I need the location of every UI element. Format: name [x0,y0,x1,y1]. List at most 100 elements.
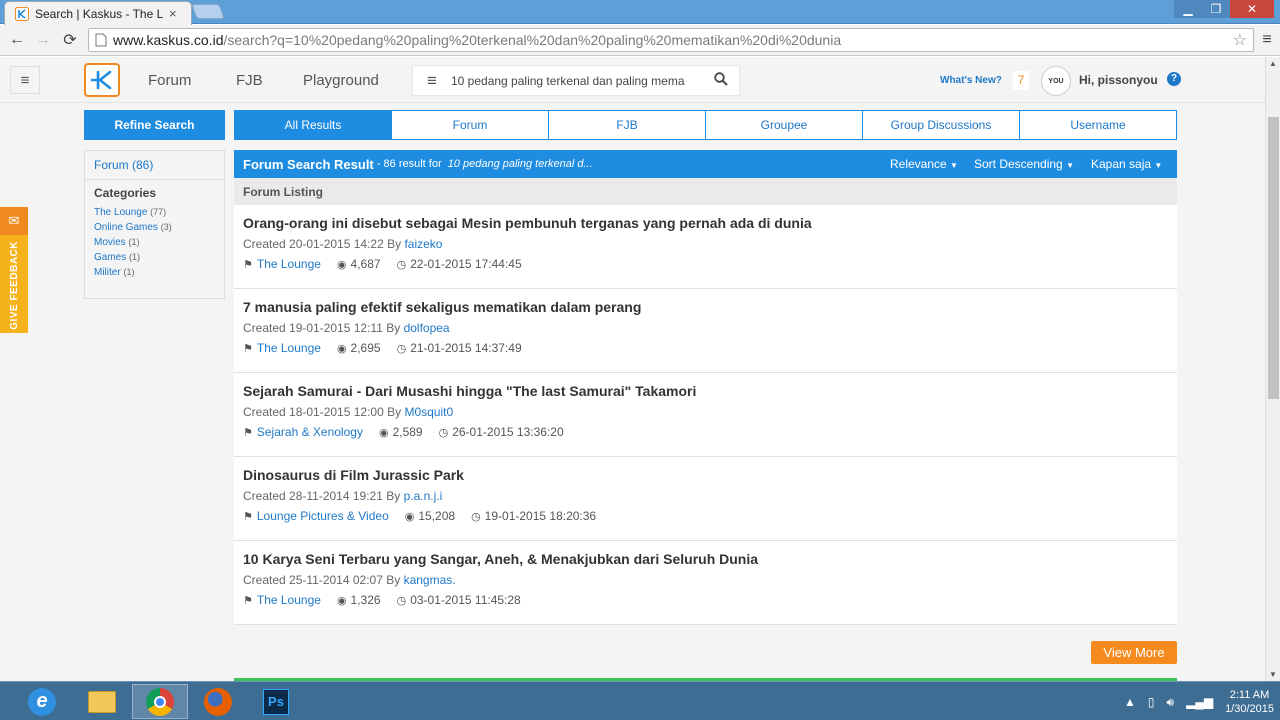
minimize-icon[interactable]: ▁ [1174,0,1202,18]
window-controls: ▁ ❐ ✕ [1174,0,1274,18]
author-link[interactable]: p.a.n.j.i [404,489,443,503]
user-greeting[interactable]: Hi, pissonyou [1079,73,1158,87]
category-link[interactable]: Movies [94,237,126,248]
ie-icon[interactable]: e [14,684,70,719]
category-link[interactable]: The Lounge [94,207,147,218]
thread-title[interactable]: Dinosaurus di Film Jurassic Park [243,467,1168,483]
category-link[interactable]: The Lounge [257,257,321,271]
volume-icon[interactable]: 🔊︎ [1167,695,1175,710]
list-item[interactable]: Militer (1) [85,265,224,280]
nav-playground[interactable]: Playground [303,72,379,89]
page-scrollbar[interactable]: ▲ ▼ [1265,57,1280,681]
eye-icon: ◉ [336,594,347,607]
last-activity: 22-01-2015 17:44:45 [410,257,522,271]
tab-group-discussions[interactable]: Group Discussions [863,111,1020,139]
author-link[interactable]: M0squit0 [404,405,453,419]
address-bar[interactable]: www.kaskus.co.id/search?q=10%20pedang%20… [88,28,1254,52]
tray-expand-icon[interactable]: ▲ [1124,695,1136,709]
search-scope-menu-icon[interactable]: ≡ [413,71,451,91]
view-more-button[interactable]: View More [1091,641,1177,664]
new-tab-button[interactable] [191,4,225,19]
thread-created: Created 19-01-2015 12:11 By dolfopea [243,321,1168,335]
photoshop-icon[interactable]: Ps [248,684,304,719]
thread-stats: ⚑ Sejarah & Xenology ◉ 2,589 ◷ 26-01-2015 13:… [243,425,1168,439]
back-arrow-icon[interactable]: ← [6,29,28,51]
search-icon[interactable] [703,71,739,90]
tab-groupee[interactable]: Groupee [706,111,863,139]
category-link[interactable]: Sejarah & Xenology [257,425,363,439]
tab-fjb[interactable]: FJB [549,111,706,139]
clock[interactable]: 2:11 AM 1/30/2015 [1225,688,1274,716]
network-icon[interactable]: ▂▄▆ [1186,695,1213,709]
category-link[interactable]: Lounge Pictures & Video [257,509,389,523]
thread-title[interactable]: 7 manusia paling efektif sekaligus memat… [243,299,1168,315]
search-input[interactable]: 10 pedang paling terkenal dan paling mem… [451,74,703,88]
tag-icon: ⚑ [243,426,253,439]
reload-icon[interactable]: ⟳ [59,29,81,51]
author-link[interactable]: faizeko [404,237,442,251]
clock-icon: ◷ [438,426,449,439]
list-item[interactable]: Online Games (3) [85,220,224,235]
scroll-up-icon[interactable]: ▲ [1269,59,1277,68]
view-count: 4,687 [350,257,381,271]
relevance-dropdown[interactable]: Relevance ▼ [890,157,958,171]
file-explorer-icon[interactable] [74,684,130,719]
category-link[interactable]: Games [94,252,126,263]
give-feedback-tab[interactable]: ✉ GIVE FEEDBACK [0,207,28,333]
result-type-tabs: All Results Forum FJB Groupee Group Disc… [234,110,1177,140]
forum-count-link[interactable]: Forum (86) [85,151,224,180]
author-link[interactable]: dolfopea [404,321,450,335]
list-item[interactable]: Movies (1) [85,235,224,250]
view-count: 1,326 [350,593,381,607]
kaskus-favicon-icon [15,6,29,21]
help-icon[interactable]: ? [1167,72,1181,86]
thread-title[interactable]: 10 Karya Seni Terbaru yang Sangar, Aneh,… [243,551,1168,567]
tab-username[interactable]: Username [1020,111,1176,139]
category-count: (1) [123,267,135,277]
close-window-icon[interactable]: ✕ [1230,0,1274,18]
firefox-icon[interactable] [190,684,246,719]
chrome-menu-icon[interactable]: ≡ [1256,29,1278,51]
scroll-down-icon[interactable]: ▼ [1269,670,1277,679]
view-count: 15,208 [418,509,456,523]
bookmark-star-icon[interactable]: ☆ [1233,30,1247,50]
hamburger-menu-icon[interactable]: ≡ [10,66,40,94]
category-link[interactable]: The Lounge [257,593,321,607]
tab-close-icon[interactable]: × [169,6,177,21]
maximize-icon[interactable]: ❐ [1202,0,1230,18]
chrome-icon[interactable] [132,684,188,719]
tab-all-results[interactable]: All Results [235,111,392,139]
category-link[interactable]: The Lounge [257,341,321,355]
kaskus-logo[interactable] [84,63,120,97]
clock-icon: ◷ [471,510,481,523]
battery-icon[interactable]: ▯ [1148,695,1155,709]
sort-dropdown[interactable]: Sort Descending ▼ [974,157,1074,171]
thread-title[interactable]: Sejarah Samurai - Dari Musashi hingga "T… [243,383,1168,399]
notification-count[interactable]: 7 [1013,71,1029,90]
nav-forum[interactable]: Forum [148,72,191,89]
clock-icon: ◷ [396,258,407,271]
avatar[interactable]: YOU [1041,66,1071,96]
tab-forum[interactable]: Forum [392,111,549,139]
tag-icon: ⚑ [243,342,253,355]
author-link[interactable]: kangmas. [404,573,456,587]
list-item: Orang-orang ini disebut sebagai Mesin pe… [234,205,1177,289]
list-item[interactable]: The Lounge (77) [85,205,224,220]
list-item: 10 Karya Seni Terbaru yang Sangar, Aneh,… [234,541,1177,625]
refine-sidebar: Forum (86) Categories The Lounge (77) On… [84,150,225,299]
category-link[interactable]: Militer [94,267,121,278]
list-item[interactable]: Games (1) [85,250,224,265]
clock-time: 2:11 AM [1229,689,1270,701]
thread-title[interactable]: Orang-orang ini disebut sebagai Mesin pe… [243,215,1168,231]
envelope-icon: ✉ [0,207,28,235]
whats-new-link[interactable]: What's New? [940,75,1002,86]
last-activity: 21-01-2015 14:37:49 [410,341,522,355]
created-text: Created 19-01-2015 12:11 By [243,321,404,335]
scrollbar-thumb[interactable] [1268,117,1279,399]
nav-fjb[interactable]: FJB [236,72,263,89]
time-dropdown[interactable]: Kapan saja ▼ [1091,157,1162,171]
refine-search-button[interactable]: Refine Search [84,110,225,140]
category-link[interactable]: Online Games [94,222,158,233]
forward-arrow-icon[interactable]: → [32,29,54,51]
browser-tab-active[interactable]: Search | Kaskus - The Larg × [4,1,192,25]
